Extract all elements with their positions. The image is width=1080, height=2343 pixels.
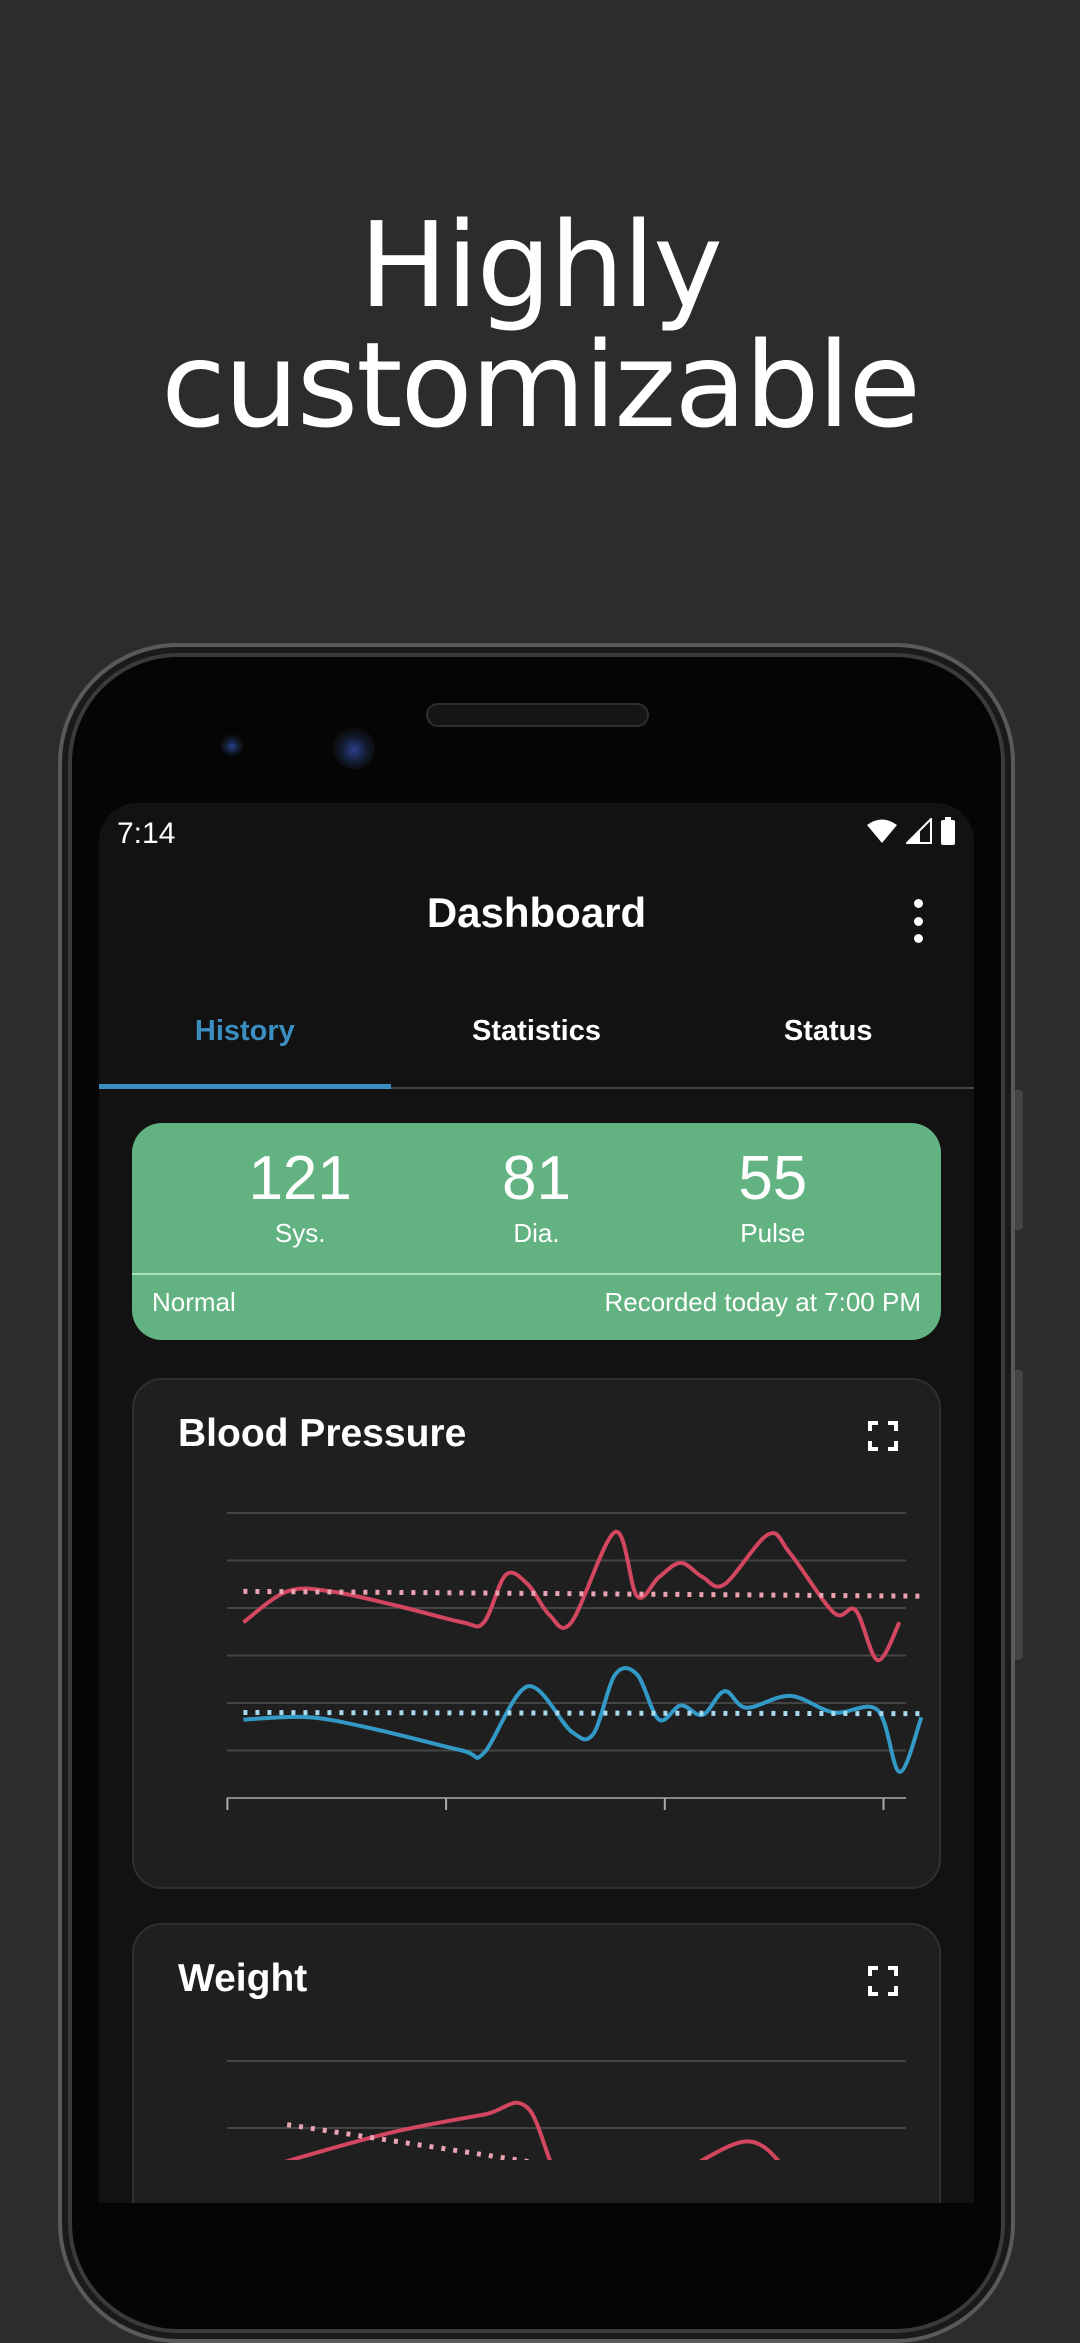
sensor-icon	[221, 734, 243, 756]
speaker-grille	[426, 703, 649, 727]
pulse-label: Pulse	[740, 1218, 806, 1248]
page-title: Dashboard	[426, 889, 647, 936]
battery-icon	[941, 817, 955, 845]
pulse-value: 55	[738, 1144, 808, 1213]
tab-statistics[interactable]: Statistics	[391, 1003, 683, 1087]
signal-icon	[906, 818, 932, 844]
pulse-reading: 55 Pulse	[655, 1123, 891, 1273]
status-icons	[866, 817, 956, 845]
fullscreen-icon[interactable]	[867, 1420, 899, 1452]
blood-pressure-title: Blood Pressure	[178, 1412, 467, 1455]
tab-history[interactable]: History	[99, 1003, 391, 1089]
systolic-reading: 121 Sys.	[182, 1123, 418, 1273]
systolic-value: 121	[248, 1144, 352, 1213]
app-screen: 7:14 Dashboard History Statistics Status…	[99, 803, 974, 2203]
wifi-icon	[867, 819, 897, 843]
volume-button	[1015, 1090, 1023, 1230]
diastolic-value: 81	[502, 1144, 571, 1213]
weight-title: Weight	[178, 1957, 308, 2000]
tab-bar: History Statistics Status	[99, 1003, 974, 1089]
camera-icon	[333, 727, 375, 769]
recorded-time: Recorded today at 7:00 PM	[604, 1287, 921, 1317]
systolic-label: Sys.	[274, 1218, 326, 1248]
diastolic-reading: 81 Dia.	[418, 1123, 654, 1273]
diastolic-label: Dia.	[513, 1218, 560, 1248]
blood-pressure-card[interactable]: Blood Pressure	[132, 1378, 941, 1889]
headline-line-1: Highly	[359, 196, 723, 334]
reading-category: Normal	[152, 1287, 236, 1317]
status-time: 7:14	[117, 817, 176, 850]
fullscreen-icon[interactable]	[867, 1965, 899, 1997]
more-vert-icon[interactable]	[908, 899, 928, 943]
latest-reading-card[interactable]: 121 Sys. 81 Dia. 55 Pulse Normal Recorded t…	[132, 1123, 941, 1340]
weight-card[interactable]: Weight	[132, 1923, 941, 2203]
headline-line-2: customizable	[161, 316, 921, 454]
tab-status[interactable]: Status	[682, 1003, 974, 1087]
power-button	[1015, 1370, 1023, 1660]
